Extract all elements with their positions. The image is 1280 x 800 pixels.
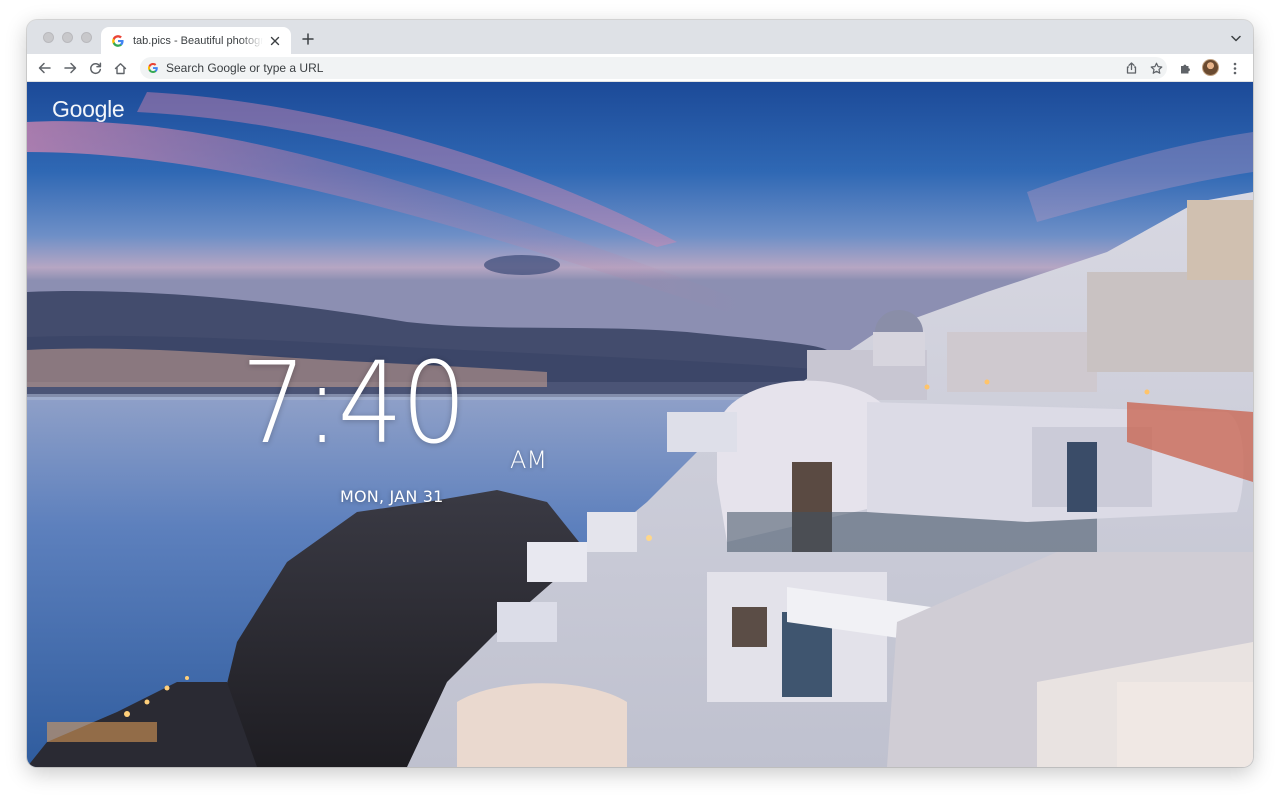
home-icon	[114, 62, 126, 74]
toolbar	[27, 54, 1253, 82]
clock-date: MON, JAN 31	[340, 487, 444, 506]
new-tab-page: Google 7:40 AM MON, JAN 31	[27, 82, 1253, 767]
minimize-window-button[interactable]	[62, 32, 73, 43]
extensions-button[interactable]	[1177, 60, 1193, 76]
google-g-icon	[112, 34, 124, 47]
kebab-menu-icon	[1233, 62, 1237, 74]
tab-search-button[interactable]	[1229, 32, 1243, 44]
google-logo: Google	[52, 96, 125, 122]
tab-title: tab.pics - Beautiful photographs	[133, 34, 263, 47]
reload-button[interactable]	[87, 60, 103, 76]
browser-menu-button[interactable]	[1229, 60, 1241, 76]
arrow-left-icon	[38, 62, 51, 74]
clock-time: 7:40	[241, 339, 467, 469]
close-icon	[270, 36, 280, 45]
home-button[interactable]	[112, 60, 128, 76]
forward-button[interactable]	[62, 60, 78, 76]
star-icon	[1150, 62, 1162, 74]
bookmark-button[interactable]	[1148, 60, 1164, 76]
zoom-window-button[interactable]	[81, 32, 92, 43]
background-photo	[27, 82, 1253, 767]
share-button[interactable]	[1123, 60, 1139, 76]
omnibox[interactable]	[140, 57, 1167, 79]
tab-strip: tab.pics - Beautiful photographs	[27, 20, 1253, 54]
omnibox-input[interactable]	[166, 59, 1066, 77]
arrow-right-icon	[63, 62, 76, 74]
plus-icon	[302, 33, 314, 45]
clock-ampm: AM	[510, 446, 548, 474]
back-button[interactable]	[36, 60, 52, 76]
puzzle-icon	[1180, 64, 1190, 73]
google-g-icon	[147, 62, 158, 74]
chevron-down-icon	[1231, 35, 1241, 41]
close-window-button[interactable]	[43, 32, 54, 43]
new-tab-button[interactable]	[300, 31, 316, 47]
browser-window: tab.pics - Beautiful photographs	[27, 20, 1253, 767]
avatar[interactable]	[1202, 59, 1219, 76]
tab-active[interactable]: tab.pics - Beautiful photographs	[101, 27, 291, 54]
reload-icon	[89, 61, 101, 74]
share-icon	[1126, 62, 1136, 74]
window-controls	[43, 32, 92, 43]
tab-close-button[interactable]	[267, 33, 283, 49]
